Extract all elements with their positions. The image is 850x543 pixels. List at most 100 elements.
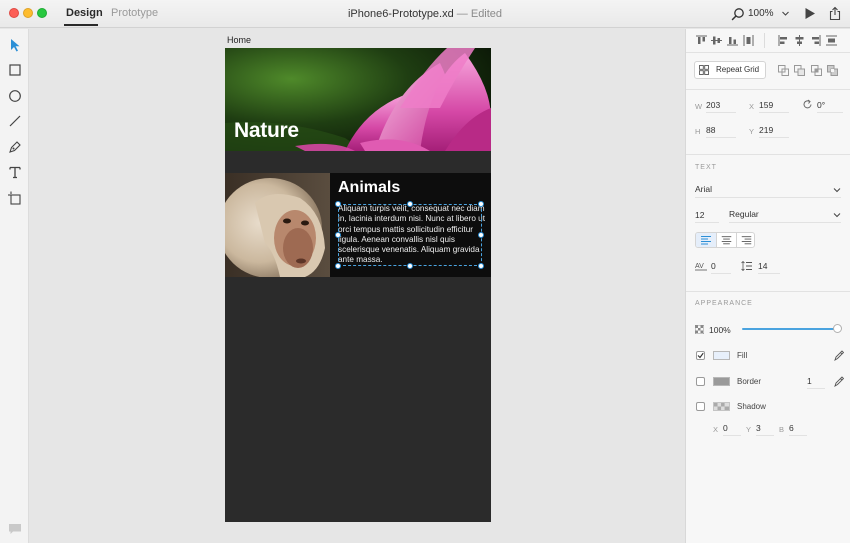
section-divider <box>686 291 850 292</box>
distribute-vertical-icon[interactable] <box>743 35 754 46</box>
width-label: W <box>695 102 703 111</box>
shadow-swatch[interactable] <box>713 402 730 411</box>
repeat-grid-label: Repeat Grid <box>716 65 760 74</box>
window-minimize-button[interactable] <box>23 8 33 18</box>
property-inspector: Repeat Grid W 203 X 159 0° H 88 Y 219 TE… <box>685 29 850 543</box>
document-name: iPhone6-Prototype.xd <box>347 8 454 20</box>
x-input[interactable]: 159 <box>759 100 789 113</box>
chevron-down-icon <box>833 188 841 193</box>
animals-heading[interactable]: Animals <box>338 179 400 197</box>
font-weight-value: Regular <box>729 209 759 219</box>
share-icon[interactable] <box>828 6 842 21</box>
border-checkbox[interactable] <box>696 377 705 386</box>
zoom-magnifier-icon[interactable] <box>731 7 745 21</box>
resize-handle-right[interactable] <box>478 232 484 238</box>
fill-checkbox[interactable] <box>696 351 705 360</box>
text-align-right-icon[interactable] <box>736 233 755 247</box>
opacity-slider-track[interactable] <box>742 328 837 330</box>
line-tool-icon[interactable] <box>7 113 23 129</box>
boolean-exclude-icon[interactable] <box>827 65 838 76</box>
font-family-value: Arial <box>695 184 713 194</box>
zoom-level[interactable]: 100% <box>748 8 774 19</box>
animals-body-text[interactable]: Aliquam turpis velit, consequat nec diam… <box>338 204 485 266</box>
window-maximize-button[interactable] <box>37 8 47 18</box>
border-label: Border <box>737 377 762 386</box>
opacity-slider-handle[interactable] <box>833 324 842 333</box>
eyedropper-icon[interactable] <box>834 350 844 361</box>
line-spacing-icon <box>741 261 752 271</box>
rectangle-tool-icon[interactable] <box>7 62 23 78</box>
section-divider <box>686 52 850 53</box>
repeat-grid-button[interactable]: Repeat Grid <box>694 61 766 79</box>
resize-handle-bottom[interactable] <box>407 263 413 269</box>
align-bottom-icon[interactable] <box>727 35 738 46</box>
text-align-center-icon[interactable] <box>716 233 736 247</box>
resize-handle-top[interactable] <box>407 201 413 207</box>
resize-handle-bottom-left[interactable] <box>335 263 341 269</box>
shadow-x-label: X <box>713 425 719 434</box>
active-tab-indicator <box>64 24 98 26</box>
feedback-chat-icon[interactable] <box>8 523 22 535</box>
repeat-grid-icon <box>699 65 709 75</box>
edited-indicator: — Edited <box>456 8 503 20</box>
fill-color-swatch[interactable] <box>713 351 730 360</box>
artboard-home[interactable]: Nature Animals Aliquam turpis velit, con… <box>225 48 491 522</box>
pen-tool-icon[interactable] <box>7 139 23 155</box>
align-center-icon[interactable] <box>794 35 805 46</box>
appearance-section-title: APPEARANCE <box>695 300 753 307</box>
border-color-swatch[interactable] <box>713 377 730 386</box>
baboon-image[interactable] <box>225 173 330 277</box>
shadow-y-label: Y <box>746 425 752 434</box>
opacity-input[interactable]: 100% <box>709 325 735 337</box>
artboard-tool-icon[interactable] <box>7 190 23 206</box>
tab-prototype[interactable]: Prototype <box>111 7 158 19</box>
width-input[interactable]: 203 <box>706 100 736 113</box>
ellipse-tool-icon[interactable] <box>7 88 23 104</box>
height-input[interactable]: 88 <box>706 125 736 138</box>
resize-handle-bottom-right[interactable] <box>478 263 484 269</box>
rotation-icon <box>803 99 812 109</box>
line-spacing-input[interactable]: 14 <box>758 261 780 274</box>
y-input[interactable]: 219 <box>759 125 789 138</box>
checkmark-icon <box>697 352 704 359</box>
fill-label: Fill <box>737 351 748 360</box>
shadow-blur-input[interactable]: 6 <box>789 423 807 436</box>
align-middle-icon[interactable] <box>711 35 722 46</box>
nature-heading[interactable]: Nature <box>234 119 299 143</box>
tab-design[interactable]: Design <box>66 7 103 19</box>
eyedropper-icon[interactable] <box>834 376 844 387</box>
align-right-icon[interactable] <box>810 35 821 46</box>
boolean-intersect-icon[interactable] <box>811 65 822 76</box>
text-tool-icon[interactable] <box>7 164 23 180</box>
align-top-icon[interactable] <box>696 35 707 46</box>
animals-card[interactable]: Animals Aliquam turpis velit, consequat … <box>225 173 491 277</box>
x-label: X <box>749 102 755 111</box>
font-family-select[interactable]: Arial <box>695 184 841 198</box>
border-width-input[interactable]: 1 <box>807 376 825 389</box>
title-bar: Design Prototype iPhone6-Prototype.xd — … <box>0 0 850 28</box>
font-size-input[interactable]: 12 <box>695 210 719 223</box>
distribute-horizontal-icon[interactable] <box>826 35 837 46</box>
font-weight-select[interactable]: Regular <box>729 209 841 223</box>
text-section-title: TEXT <box>695 164 717 171</box>
character-spacing-icon: AV <box>695 263 707 271</box>
align-left-icon[interactable] <box>778 35 789 46</box>
window-close-button[interactable] <box>9 8 19 18</box>
shadow-checkbox[interactable] <box>696 402 705 411</box>
resize-handle-top-left[interactable] <box>335 201 341 207</box>
shadow-y-input[interactable]: 3 <box>756 423 774 436</box>
chevron-down-icon[interactable] <box>781 9 790 18</box>
select-arrow-icon[interactable] <box>7 37 23 53</box>
text-align-left-icon[interactable] <box>696 233 716 247</box>
boolean-add-icon[interactable] <box>778 65 789 76</box>
shadow-x-input[interactable]: 0 <box>723 423 741 436</box>
artboard-name[interactable]: Home <box>227 35 251 45</box>
tool-bar <box>0 29 29 543</box>
boolean-subtract-icon[interactable] <box>794 65 805 76</box>
character-spacing-input[interactable]: 0 <box>711 261 731 274</box>
chevron-down-icon <box>833 213 841 218</box>
play-preview-icon[interactable] <box>804 7 816 20</box>
resize-handle-left[interactable] <box>335 232 341 238</box>
resize-handle-top-right[interactable] <box>478 201 484 207</box>
rotation-input[interactable]: 0° <box>817 100 843 113</box>
